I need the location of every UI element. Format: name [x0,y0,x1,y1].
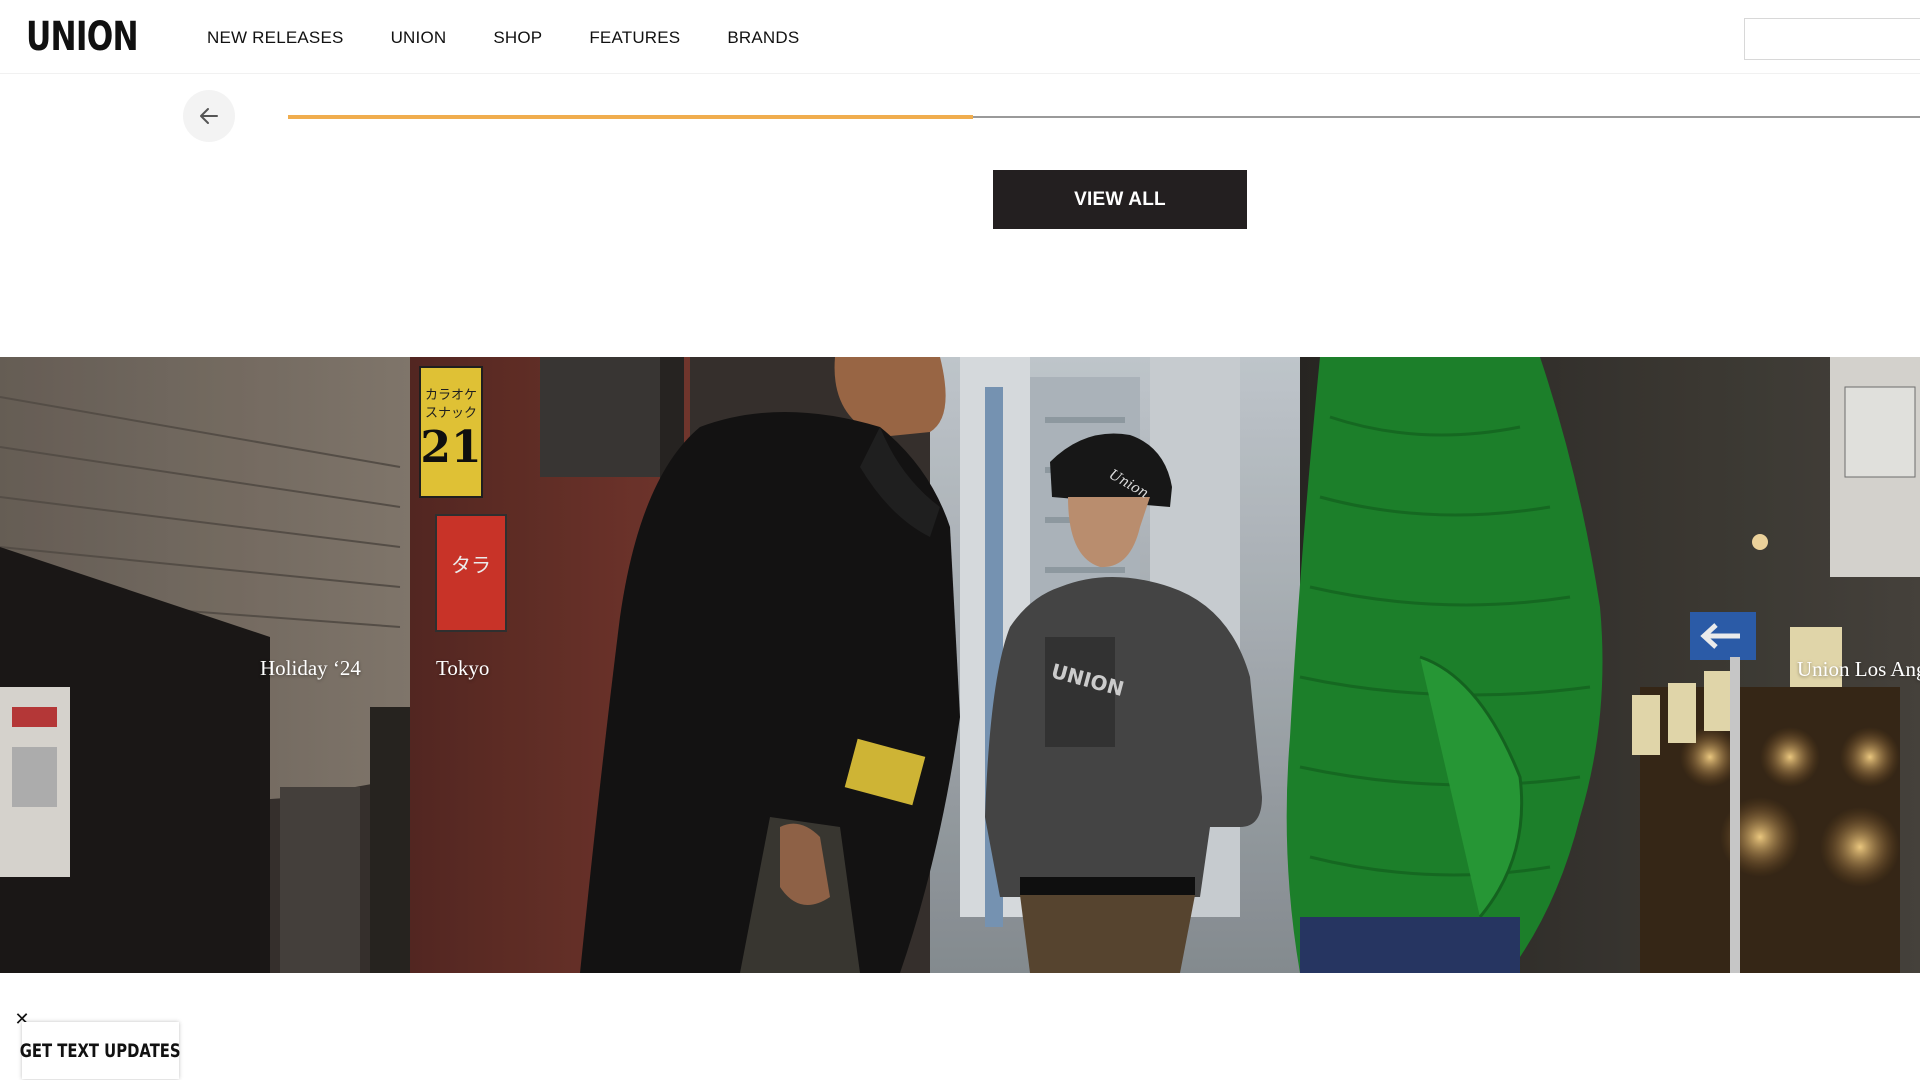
arrow-left-icon [200,108,218,124]
site-header: UNION NEW RELEASES UNION SHOP FEATURES B… [0,0,1920,74]
nav-union[interactable]: UNION [391,26,447,50]
hero-label-holiday[interactable]: Holiday ‘24 [260,656,361,681]
search-input[interactable] [1744,18,1920,60]
main-nav: NEW RELEASES UNION SHOP FEATURES BRANDS [207,26,846,50]
nav-shop[interactable]: SHOP [493,26,542,50]
nav-features[interactable]: FEATURES [589,26,680,50]
get-text-updates-button[interactable]: GET TEXT UPDATES [20,1022,181,1079]
nav-new-releases[interactable]: NEW RELEASES [207,26,344,50]
hero-label-union-los-angeles[interactable]: Union Los Angeles [1797,657,1920,682]
hero-banner[interactable]: カラオケ スナック 21 タラ Union UNION Holiday ‘24 … [0,357,1920,973]
union-logo[interactable]: UNION [26,14,139,60]
carousel-progress-fill [288,115,974,119]
nav-brands[interactable]: BRANDS [727,26,799,50]
text-updates-label: GET TEXT UPDATES [20,1039,181,1062]
carousel-progress-track[interactable] [288,115,1920,119]
hero-label-tokyo[interactable]: Tokyo [436,656,489,681]
view-all-button[interactable]: VIEW ALL [993,170,1247,229]
carousel-prev-button[interactable] [183,90,235,142]
